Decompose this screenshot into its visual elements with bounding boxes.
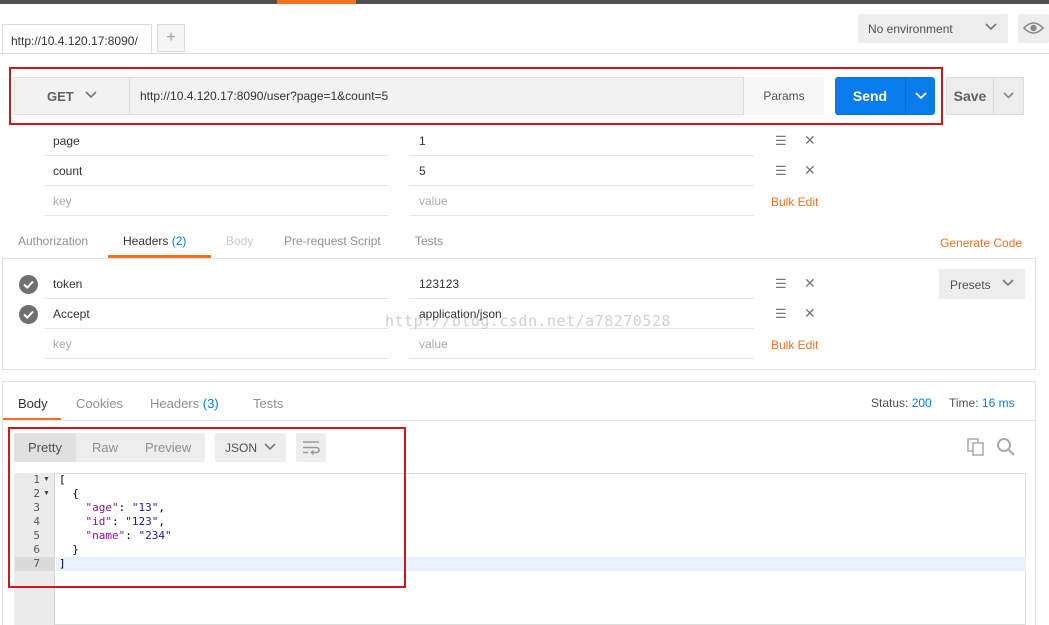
params-bulk-edit-link[interactable]: Bulk Edit [771, 195, 818, 209]
divider [44, 155, 389, 156]
delete-icon[interactable]: ✕ [804, 275, 816, 292]
divider [409, 215, 754, 216]
tab-headers[interactable]: Headers (2) [123, 234, 186, 248]
watermark: http://blog.csdn.net/a78270528 [385, 312, 671, 330]
status-label: Status: [871, 396, 909, 410]
check-icon [23, 280, 34, 290]
request-tab[interactable]: http://10.4.120.17:8090/ [2, 24, 152, 54]
tab-prerequest-script[interactable]: Pre-request Script [284, 234, 381, 248]
tab-headers-label: Headers [123, 234, 169, 248]
param-value[interactable]: 1 [419, 134, 426, 148]
save-button[interactable]: Save [946, 77, 994, 115]
save-dropdown-button[interactable] [994, 77, 1024, 115]
divider [409, 358, 754, 359]
divider [44, 358, 389, 359]
param-value-input[interactable]: value [419, 194, 448, 208]
time-value: 16 ms [981, 396, 1015, 410]
request-highlight-box [9, 67, 943, 125]
response-tab-cookies[interactable]: Cookies [76, 396, 123, 411]
request-tab-title: http://10.4.120.17:8090/ [11, 34, 138, 48]
response-tab-body[interactable]: Body [18, 396, 48, 411]
presets-label: Presets [950, 278, 991, 292]
check-icon [23, 310, 34, 320]
eye-icon [1022, 22, 1045, 34]
environment-select[interactable]: No environment [858, 14, 1008, 43]
top-bar-accent [277, 0, 356, 4]
checkbox-checked[interactable] [19, 305, 38, 324]
response-headers-count: (3) [202, 396, 219, 411]
response-tab-tests[interactable]: Tests [253, 396, 283, 411]
delete-icon[interactable]: ✕ [804, 132, 816, 149]
headers-bulk-edit-link[interactable]: Bulk Edit [771, 338, 818, 352]
drag-handle-icon[interactable]: ☰ [775, 133, 787, 149]
tab-authorization[interactable]: Authorization [18, 234, 88, 248]
divider [44, 328, 389, 329]
plus-icon: + [166, 29, 176, 46]
chevron-down-icon [1002, 279, 1014, 287]
response-tab-divider [3, 420, 1035, 421]
divider [44, 215, 389, 216]
param-key-input[interactable]: key [53, 194, 72, 208]
tab-body[interactable]: Body [226, 234, 253, 248]
status-value: 200 [911, 396, 932, 410]
time-readout: Time: 16 ms [949, 396, 1015, 410]
checkbox-checked[interactable] [19, 275, 38, 294]
time-label: Time: [949, 396, 979, 410]
header-value[interactable]: 123123 [419, 277, 459, 291]
tab-tests[interactable]: Tests [415, 234, 443, 248]
param-value[interactable]: 5 [419, 164, 426, 178]
headers-count: (2) [171, 234, 187, 248]
delete-icon[interactable]: ✕ [804, 305, 816, 322]
status-readout: Status: 200 [871, 396, 932, 410]
divider [409, 185, 754, 186]
header-key[interactable]: token [53, 277, 82, 291]
response-tab-headers[interactable]: Headers (3) [150, 396, 219, 411]
drag-handle-icon[interactable]: ☰ [775, 276, 787, 292]
divider [409, 298, 754, 299]
header-key[interactable]: Accept [53, 307, 90, 321]
divider [44, 298, 389, 299]
environment-selected: No environment [868, 22, 953, 36]
presets-dropdown[interactable]: Presets [939, 269, 1025, 299]
window-top-bar [0, 0, 1049, 4]
chevron-down-icon [1003, 92, 1014, 99]
drag-handle-icon[interactable]: ☰ [775, 163, 787, 179]
divider [44, 185, 389, 186]
new-tab-button[interactable]: + [157, 24, 185, 52]
drag-handle-icon[interactable]: ☰ [775, 306, 787, 322]
eye-icon-button[interactable] [1018, 14, 1049, 43]
tab-divider [0, 53, 1049, 54]
param-key[interactable]: page [53, 134, 80, 148]
search-icon[interactable] [996, 437, 1016, 460]
generate-code-link[interactable]: Generate Code [940, 236, 1022, 250]
chevron-down-icon [985, 23, 997, 31]
divider [409, 155, 754, 156]
response-tab-headers-label: Headers [150, 396, 200, 411]
response-highlight-box [8, 427, 406, 588]
delete-icon[interactable]: ✕ [804, 162, 816, 179]
param-key[interactable]: count [53, 164, 82, 178]
header-value-input[interactable]: value [419, 337, 448, 351]
header-key-input[interactable]: key [53, 337, 72, 351]
copy-icon[interactable] [966, 437, 986, 460]
